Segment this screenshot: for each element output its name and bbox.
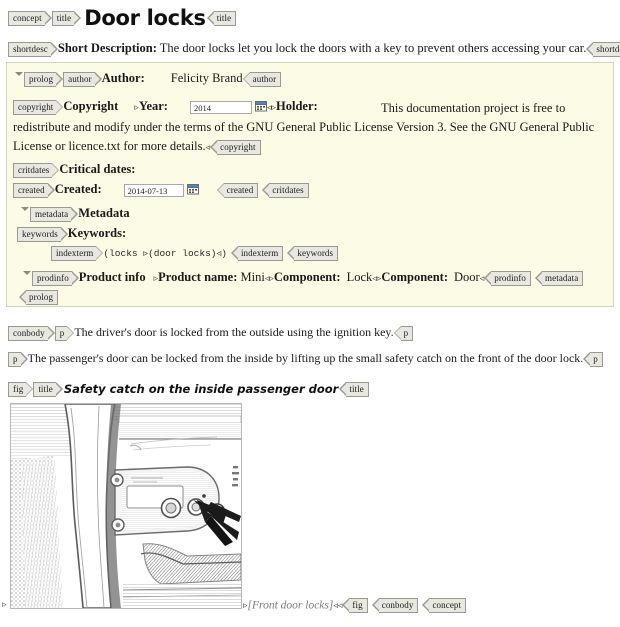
figure-title: Safety catch on the inside passenger doo… (63, 382, 339, 397)
tag-open-concept[interactable]: concept (8, 10, 52, 26)
metadata-row: metadata Metadata (19, 206, 130, 222)
collapse-triangle-icon[interactable] (15, 72, 23, 76)
title-row: concept title Door locks title (8, 6, 237, 32)
conbody-paragraph-1-row: conbody p The driver's door is locked from… (8, 325, 414, 341)
prodname-label: Product name: (158, 270, 238, 284)
tag-close-copyright[interactable]: copyright (210, 139, 261, 155)
tag-close-prolog[interactable]: prolog (18, 289, 59, 305)
component1-value[interactable]: Lock (347, 270, 373, 284)
author-value[interactable]: Felicity Brand (171, 71, 243, 85)
keywords-label: Keywords: (67, 226, 127, 240)
tag-open-title[interactable]: title (51, 10, 81, 26)
indexterm-text[interactable]: (locks ▹(door locks)◃) (103, 248, 227, 259)
prolog-panel: prolog author Author: Felicity Brand author … (6, 62, 614, 307)
dita-editor-canvas: concept title Door locks title shortdesc Sho… (0, 0, 620, 627)
tag-open-prodinfo[interactable]: prodinfo (32, 270, 79, 286)
tag-open-fig-title[interactable]: title (33, 381, 63, 397)
tag-close-fig[interactable]: fig (342, 598, 368, 613)
tag-close-created[interactable]: created (216, 182, 259, 198)
created-label: Created: (54, 182, 102, 196)
tag-open-indexterm[interactable]: indexterm (51, 245, 104, 261)
tag-close-author[interactable]: author (242, 71, 282, 87)
prodinfo-row: prodinfo Product info ▹Product name: Mini◃… (21, 270, 584, 286)
collapse-triangle-icon-prodinfo[interactable] (23, 271, 31, 275)
tag-close-shortdesc[interactable]: shortdesc (586, 41, 620, 57)
figure-footer-row: ▹[Front door locks]◃◃ fig conbody concept (243, 598, 467, 613)
tag-close-keywords[interactable]: keywords (287, 245, 339, 261)
created-date-input[interactable]: 2014-07-13 (123, 183, 184, 197)
component2-value[interactable]: Door (454, 270, 480, 284)
tag-open-shortdesc[interactable]: shortdesc (8, 41, 58, 57)
tag-open-author[interactable]: author (63, 71, 102, 87)
tag-open-keywords[interactable]: keywords (17, 226, 68, 242)
tag-close-p-1[interactable]: p (393, 325, 414, 341)
prodname-value[interactable]: Mini (241, 270, 265, 284)
keywords-row: keywords Keywords: (17, 226, 126, 242)
copyright-holder-text[interactable]: This documentation project is free to re… (13, 101, 594, 153)
tag-open-conbody[interactable]: conbody (8, 325, 55, 341)
prolog-close-row: prolog (18, 289, 59, 305)
tag-close-prodinfo[interactable]: prodinfo (484, 270, 532, 286)
metadata-label: Metadata (78, 206, 130, 220)
calendar-picker-icon-created[interactable] (186, 183, 199, 195)
conbody-paragraph-2-row: p The passenger's door can be locked from… (8, 351, 603, 367)
tag-close-indexterm[interactable]: indexterm (230, 245, 284, 261)
tag-close-fig-title[interactable]: title (339, 381, 369, 397)
tag-close-metadata[interactable]: metadata (534, 270, 584, 286)
critdates-row: critdates Critical dates: (13, 162, 135, 178)
tag-open-created[interactable]: created (13, 182, 55, 198)
tag-open-metadata[interactable]: metadata (30, 206, 79, 222)
page-title: Door locks (84, 6, 206, 30)
tag-open-prolog[interactable]: prolog (24, 71, 64, 87)
shortdesc-row: shortdesc Short Description: The door loc… (8, 41, 620, 57)
tag-close-p-2[interactable]: p (583, 351, 603, 367)
conbody-paragraph-1-text[interactable]: The driver's door is locked from the out… (74, 325, 393, 339)
author-label: Author: (101, 71, 145, 85)
component2-label: Component: (381, 270, 448, 284)
figure-title-row: fig title Safety catch on the inside passe… (8, 381, 369, 397)
tag-close-title[interactable]: title (206, 10, 237, 26)
component1-label: Component: (273, 270, 341, 284)
figure-image[interactable] (10, 403, 242, 609)
indexterm-row: indexterm (locks ▹(door locks)◃) indexterm… (51, 245, 339, 261)
tag-close-critdates[interactable]: critdates (262, 182, 309, 198)
shortdesc-label: Short Description: (57, 41, 157, 55)
tag-open-fig[interactable]: fig (8, 381, 34, 397)
figure-caption: [Front door locks] (247, 599, 334, 612)
prodinfo-label: Product info (78, 270, 146, 284)
created-row: created Created: 2014-07-13 created critdate… (13, 182, 309, 198)
conbody-paragraph-2-text[interactable]: The passenger's door can be locked from … (28, 351, 584, 365)
copyright-holder-block: This documentation project is free to re… (13, 99, 609, 156)
tag-close-conbody[interactable]: conbody (371, 598, 419, 613)
image-left-boundary-marker: ▹ (2, 599, 7, 609)
shortdesc-text[interactable]: The door locks let you lock the doors wi… (160, 41, 587, 55)
tag-open-p-2[interactable]: p (8, 351, 28, 367)
tag-close-concept[interactable]: concept (422, 598, 467, 613)
tag-open-critdates[interactable]: critdates (13, 162, 60, 178)
author-row: prolog author Author: Felicity Brand author (13, 71, 282, 87)
collapse-triangle-icon-metadata[interactable] (21, 207, 29, 211)
critdates-label: Critical dates: (59, 162, 136, 176)
tag-open-p-1[interactable]: p (54, 325, 74, 341)
